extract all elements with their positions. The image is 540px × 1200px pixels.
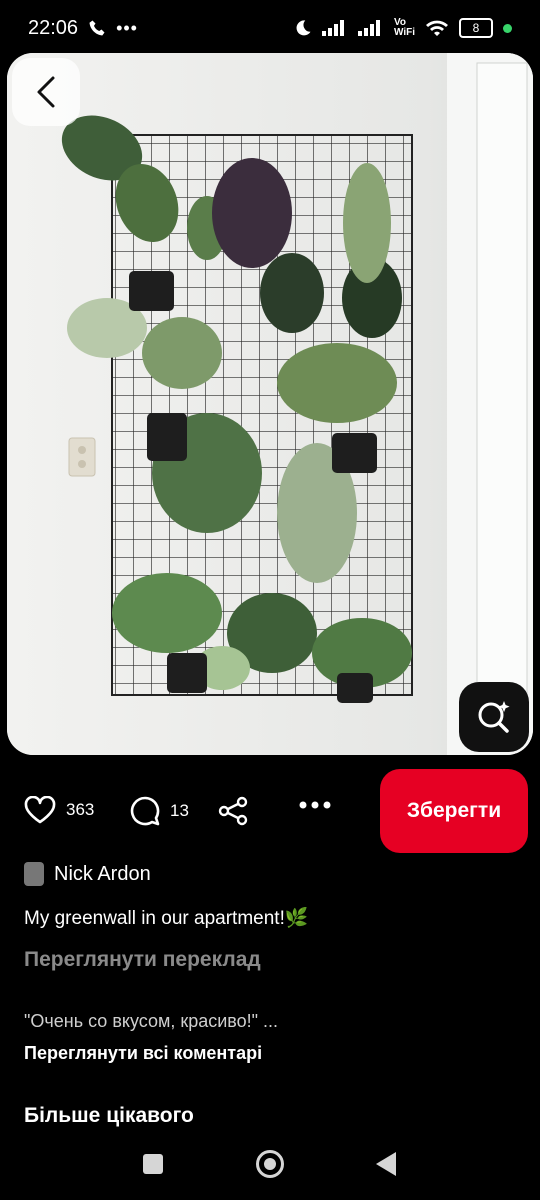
visual-search-button[interactable] [459, 682, 529, 752]
status-time: 22:06 [28, 16, 79, 39]
view-all-comments-link[interactable]: Переглянути всі коментарі [24, 1043, 262, 1064]
comment-action[interactable]: 13 [130, 796, 189, 826]
plant-wall-photo [7, 53, 533, 755]
more-options-button[interactable] [298, 800, 332, 810]
more-dots-icon: ••• [116, 17, 138, 38]
share-icon [218, 796, 248, 826]
back-triangle-icon[interactable] [376, 1152, 396, 1176]
chevron-left-icon [37, 76, 55, 108]
recents-icon[interactable] [143, 1154, 163, 1174]
more-like-this-heading: Більше цікавого [24, 1104, 194, 1127]
volte-wifi-icon: Vo WiFi [393, 17, 415, 38]
back-button[interactable] [12, 58, 80, 126]
pin-image[interactable] [7, 53, 533, 755]
like-count: 363 [66, 800, 95, 819]
comment-count: 13 [170, 801, 189, 820]
home-icon[interactable] [256, 1150, 284, 1178]
share-button[interactable] [218, 796, 248, 826]
heart-icon [24, 796, 56, 824]
top-comment[interactable]: "Очень со вкусом, красиво!" ... [24, 1011, 278, 1032]
comment-bubble-icon [130, 796, 160, 826]
battery-level: 8 [472, 21, 480, 35]
like-action[interactable]: 363 [24, 796, 94, 824]
privacy-dot [503, 23, 512, 33]
pin-description: My greenwall in our apartment!🌿 [24, 908, 309, 929]
moon-icon [296, 20, 311, 36]
author-name[interactable]: Nick Ardon [54, 863, 151, 886]
more-horizontal-icon [299, 801, 331, 809]
status-bar: 22:06 ••• Vo WiFi 8 [0, 0, 540, 56]
wifi-icon [426, 20, 448, 36]
translate-link[interactable]: Переглянути переклад [24, 948, 261, 972]
signal-icon [321, 20, 344, 36]
phone-icon [89, 20, 105, 36]
avatar[interactable] [24, 862, 44, 886]
signal-icon [357, 20, 380, 36]
lens-sparkle-icon [478, 701, 510, 733]
author-row[interactable]: Nick Ardon [24, 862, 151, 886]
system-nav-bar [0, 1130, 540, 1200]
battery-icon: 8 [459, 18, 493, 38]
save-button[interactable]: Зберегти [380, 769, 528, 853]
status-left: 22:06 ••• [28, 17, 138, 40]
status-right: Vo WiFi 8 [294, 18, 512, 38]
